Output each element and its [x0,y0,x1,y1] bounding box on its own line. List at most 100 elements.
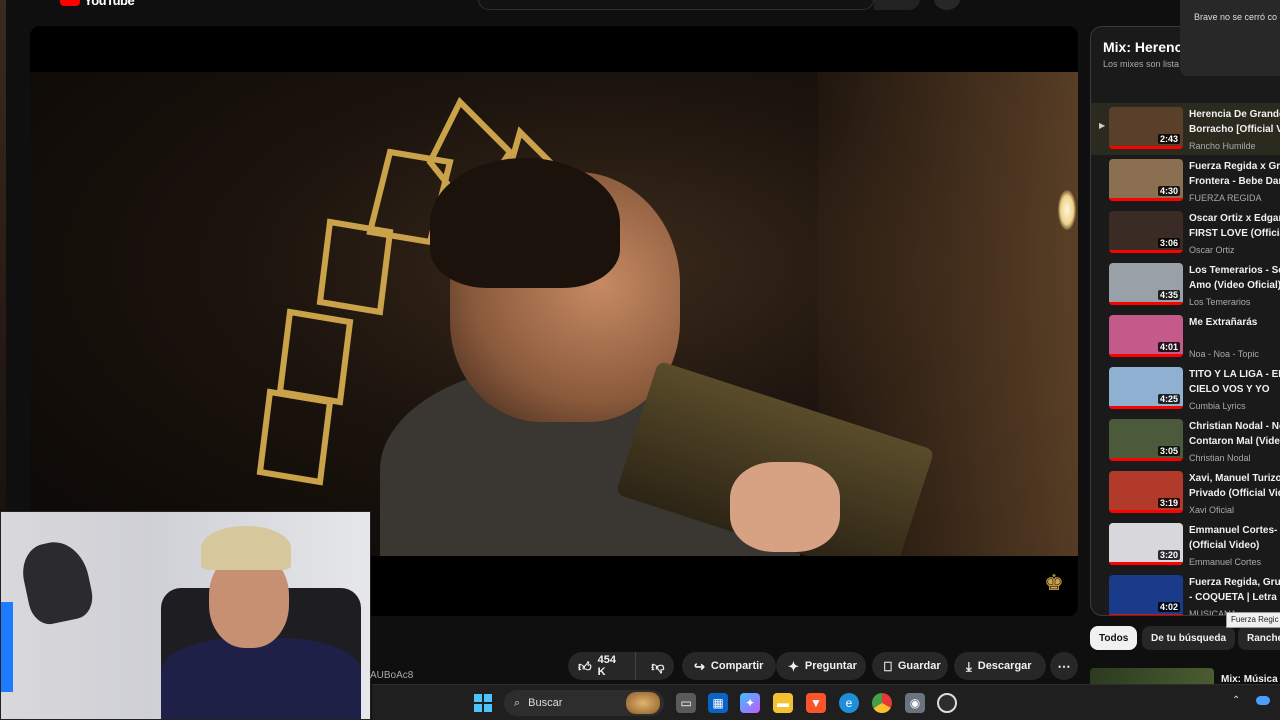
windows-start-icon[interactable] [474,694,492,712]
chip-all[interactable]: Todos [1090,626,1138,650]
video-id-fragment: AUBoAc8 [370,670,414,681]
video-frame[interactable] [30,72,1078,556]
search-input[interactable] [478,0,874,10]
playlist-item-channel: Rancho Humilde [1189,141,1256,151]
playlist-item-title-line2: - COQUETA | Letra [1189,592,1277,603]
ask-button[interactable]: ✦ Preguntar [776,652,866,680]
left-edge-strip [0,0,6,510]
create-button[interactable] [934,0,960,10]
share-icon: ↪ [694,658,705,674]
obs-icon[interactable] [937,693,957,713]
scene-lamp [1058,190,1076,230]
playlist-item-title[interactable]: Christian Nodal - No Contaron Mal (Vide [1189,419,1280,449]
playlist-item-duration: 4:02 [1157,602,1180,612]
playlist-item-thumbnail[interactable]: 4:30 [1109,159,1183,201]
playlist-item[interactable]: 4:02 Fuerza Regida, Grup - COQUETA | Letra… [1091,571,1280,615]
watched-progress-bar [1109,146,1183,149]
watched-progress-bar [1109,614,1183,615]
camera-icon[interactable]: ◉ [905,693,925,713]
download-label: Descargar [977,660,1032,672]
watched-progress-bar [1109,406,1183,409]
playlist-item-duration: 4:25 [1157,394,1180,404]
playlist-item[interactable]: 4:25 TITO Y LA LIGA - EN CIELO VOS Y YO Cum… [1091,363,1280,415]
playlist-item-title[interactable]: Fuerza Regida x Gru Frontera - Bebe Dan [1189,159,1280,189]
playlist-item-channel: Los Temerarios [1189,297,1251,307]
playlist-item-channel: Noa - Noa - Topic [1189,349,1259,359]
playlist-item-title[interactable]: Oscar Ortiz x Edgar FIRST LOVE (Officia [1189,211,1280,241]
edge-browser-icon[interactable]: e [839,693,859,713]
singer-hair [430,158,620,288]
watched-progress-bar [1109,562,1183,565]
thumbs-down-icon: 👎︎ [651,658,665,674]
share-label: Compartir [710,660,764,672]
playlist-item[interactable]: 4:01 Me Extrañarás Noa - Noa - Topic [1091,311,1280,363]
playlist-item-title[interactable]: TITO Y LA LIGA - EN CIELO VOS Y YO [1189,367,1280,397]
playlist-item-title[interactable]: Me Extrañarás [1189,315,1280,330]
playlist-item-duration: 4:01 [1157,342,1180,352]
playlist-item[interactable]: 3:05 Christian Nodal - No Contaron Mal (Vi… [1091,415,1280,467]
playlist-item-thumbnail[interactable]: 4:25 [1109,367,1183,409]
now-playing-icon: ▶ [1099,121,1106,130]
like-count: 454 K [597,654,616,678]
playlist-item-thumbnail[interactable]: 4:35 [1109,263,1183,305]
playlist-item-duration: 4:30 [1157,186,1180,196]
playlist-item-title[interactable]: Fuerza Regida, Grup - COQUETA | Letra [1189,575,1280,605]
playlist-item-title-line2: CIELO VOS Y YO [1189,384,1270,395]
more-actions-button[interactable]: ⋯ [1050,652,1078,680]
playlist-item[interactable]: ▶ 2:43 Herencia De Grande Borracho [Officia… [1091,103,1280,155]
task-view-icon[interactable]: ▭ [676,693,696,713]
playlist-item-thumbnail[interactable]: 3:20 [1109,523,1183,565]
chrome-browser-icon[interactable] [872,693,892,713]
playlist-item-thumbnail[interactable]: 3:06 [1109,211,1183,253]
like-button[interactable]: 👍︎ 454 K [568,652,636,680]
playlist-item-title[interactable]: Herencia De Grande Borracho [Official V [1189,107,1280,137]
webcam-hat-on-wall [17,536,97,628]
playlist-items: ▶ 2:43 Herencia De Grande Borracho [Officia… [1091,103,1280,615]
onedrive-icon[interactable] [1256,696,1270,705]
store-icon[interactable]: ▦ [708,693,728,713]
save-button[interactable]: ⎕ Guardar [872,652,948,680]
watched-progress-bar [1109,510,1183,513]
playlist-item[interactable]: 3:20 Emmanuel Cortes- (Official Video) Emm… [1091,519,1280,571]
youtube-logo-text[interactable]: YouTube [84,0,135,8]
playlist-item-thumbnail[interactable]: 4:02 [1109,575,1183,615]
playlist-item-title-line1: Fuerza Regida, Grup [1189,577,1280,588]
playlist-item-title[interactable]: Emmanuel Cortes- (Official Video) [1189,523,1280,553]
webcam-blue-light [1,602,13,692]
taskbar-search[interactable]: ⌕ Buscar [504,690,664,716]
playlist-item-thumbnail[interactable]: 4:01 [1109,315,1183,357]
playlist-panel: Mix: Herenc Los mixes son lista ▶ 2:43 Her… [1090,26,1280,616]
search-button[interactable] [874,0,920,10]
playlist-item-title[interactable]: Los Temerarios - Sé Amo (Video Oficial) [1189,263,1280,293]
share-button[interactable]: ↪ Compartir [682,652,776,680]
download-button[interactable]: ⤓ Descargar [954,652,1046,680]
playlist-item-thumbnail[interactable]: 3:19 [1109,471,1183,513]
chip-from-search[interactable]: De tu búsqueda [1142,626,1236,650]
chip-ranchera[interactable]: Ranche [1238,626,1280,650]
playlist-item-channel: Cumbia Lyrics [1189,401,1246,411]
thumbs-up-icon: 👍︎ [578,658,592,674]
save-label: Guardar [897,660,941,672]
search-icon: ⌕ [514,696,521,709]
file-explorer-icon[interactable]: ▬ [773,693,793,713]
top-bar: YouTube [0,0,1280,12]
youtube-logo-icon[interactable] [60,0,80,6]
channel-watermark-icon[interactable]: ♚ [1042,570,1066,596]
playlist-title[interactable]: Mix: Herenc [1103,39,1182,55]
playlist-item[interactable]: 4:35 Los Temerarios - Sé Amo (Video Oficia… [1091,259,1280,311]
playlist-item-thumbnail[interactable]: 2:43 [1109,107,1183,149]
singer-hand [730,462,840,552]
copilot-icon[interactable]: ✦ [740,693,760,713]
playlist-item-title-line2: Privado (Official Vid [1189,488,1280,499]
tray-chevron-up-icon[interactable]: ⌃ [1232,695,1240,706]
playlist-item-title[interactable]: Xavi, Manuel Turizo Privado (Official Vid [1189,471,1280,501]
playlist-item[interactable]: 3:06 Oscar Ortiz x Edgar FIRST LOVE (Offic… [1091,207,1280,259]
playlist-item-title-line2: Borracho [Official V [1189,124,1280,135]
more-icon: ⋯ [1057,658,1071,674]
playlist-item[interactable]: 3:19 Xavi, Manuel Turizo Privado (Official… [1091,467,1280,519]
playlist-item-thumbnail[interactable]: 3:05 [1109,419,1183,461]
playlist-item-title-line2: Amo (Video Oficial) [1189,280,1280,291]
playlist-item[interactable]: 4:30 Fuerza Regida x Gru Frontera - Bebe D… [1091,155,1280,207]
dislike-button[interactable]: 👎︎ [642,652,674,680]
brave-browser-icon[interactable]: ▼ [806,693,826,713]
